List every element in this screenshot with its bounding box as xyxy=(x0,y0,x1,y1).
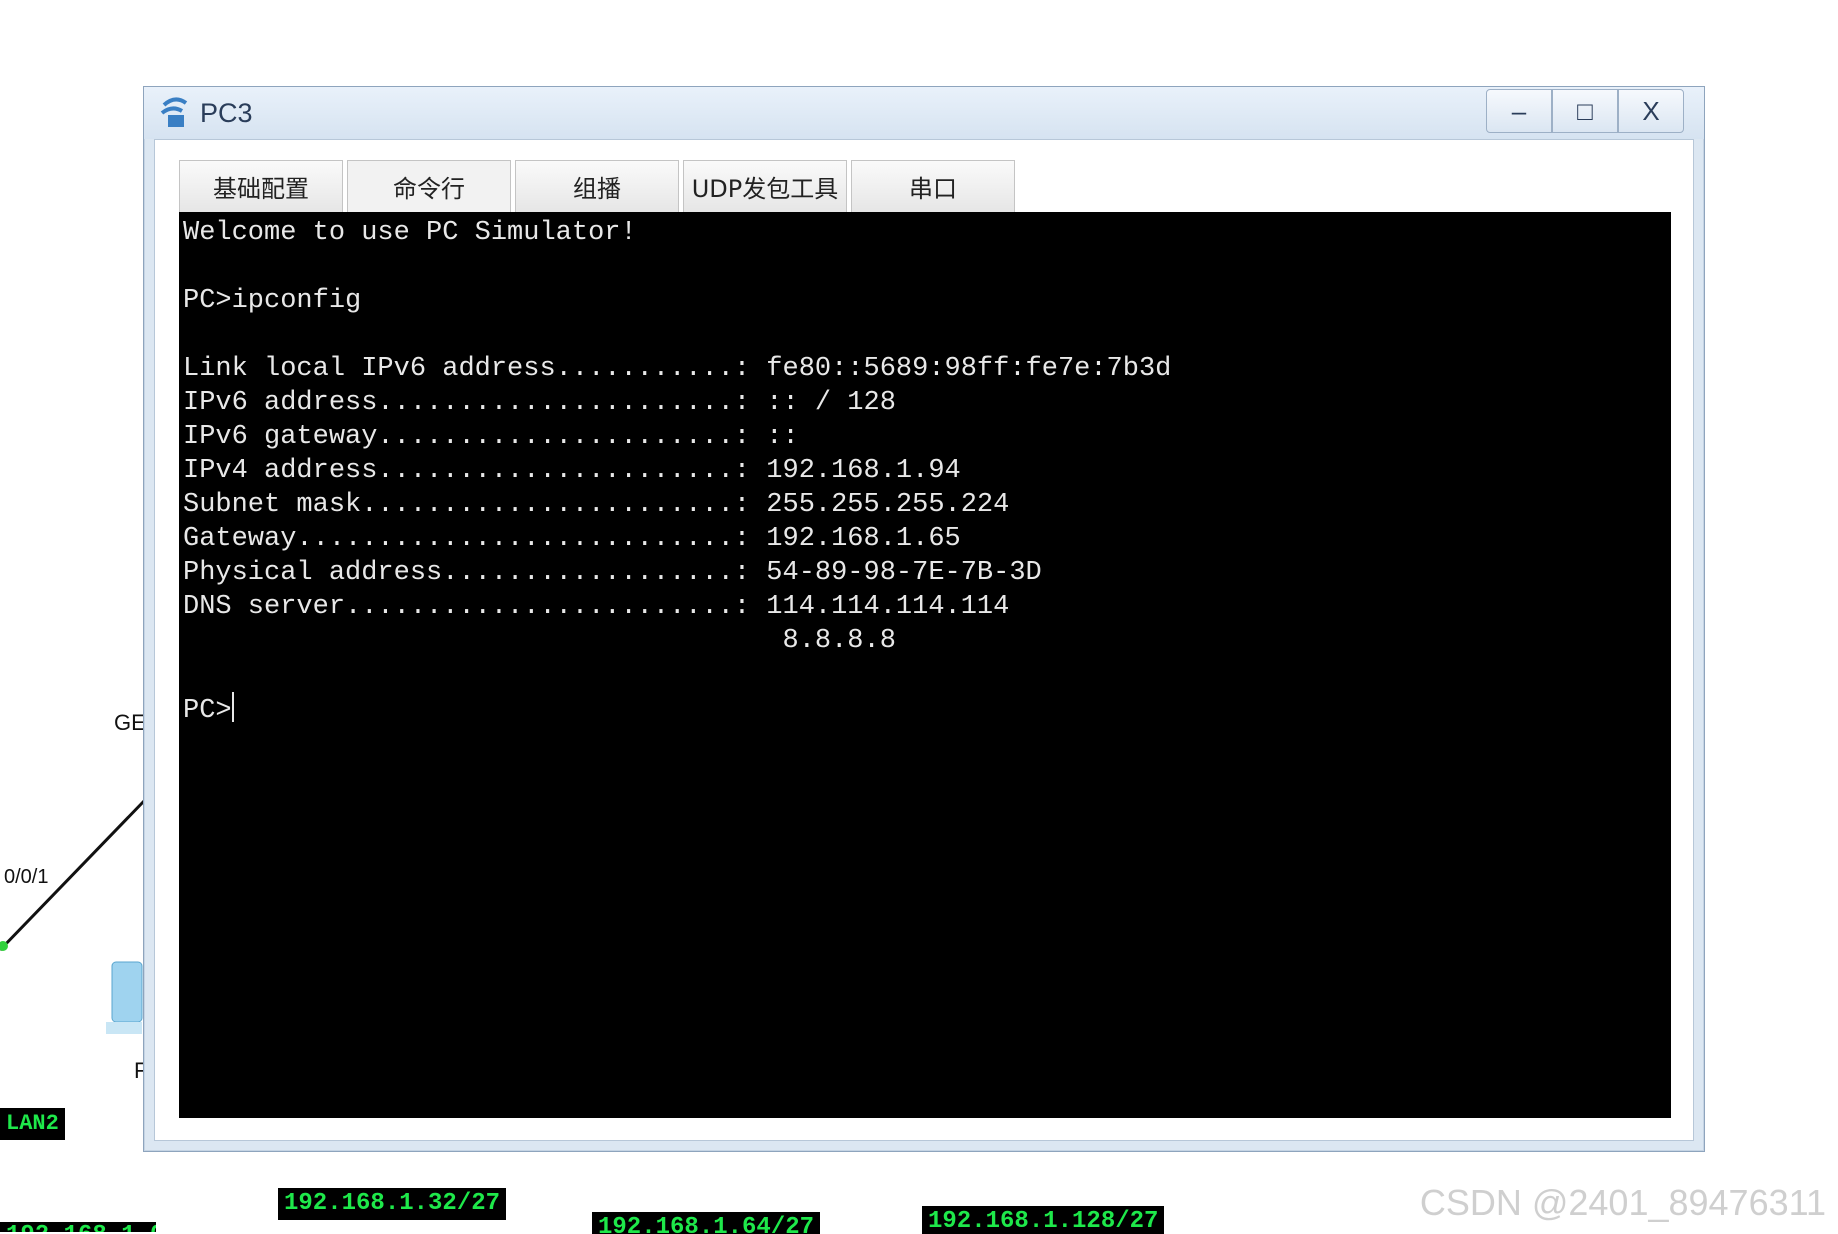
tab-udp-tool[interactable]: UDP发包工具 xyxy=(683,160,847,212)
terminal-line: PC>ipconfig xyxy=(183,286,362,316)
terminal-line: Welcome to use PC Simulator! xyxy=(183,218,637,248)
tab-bar: 基础配置 命令行 组播 UDP发包工具 串口 xyxy=(179,160,1019,212)
tab-command-line[interactable]: 命令行 xyxy=(347,160,511,212)
terminal-line: IPv6 address......................: :: /… xyxy=(183,388,896,418)
title-bar[interactable]: PC3 – □ X xyxy=(144,87,1704,139)
terminal-line: IPv6 gateway......................: :: xyxy=(183,422,799,452)
pc-simulator-icon xyxy=(160,97,188,127)
minimize-button[interactable]: – xyxy=(1486,89,1552,133)
window-title: PC3 xyxy=(200,98,253,128)
close-button[interactable]: X xyxy=(1618,89,1684,133)
terminal-line: Gateway...........................: 192.… xyxy=(183,524,961,554)
terminal-line: DNS server........................: 114.… xyxy=(183,592,1010,622)
maximize-button[interactable]: □ xyxy=(1552,89,1618,133)
tab-serial-port[interactable]: 串口 xyxy=(851,160,1015,212)
terminal-line: Subnet mask.......................: 255.… xyxy=(183,490,1010,520)
csdn-watermark: CSDN @2401_89476311 xyxy=(1419,1182,1826,1223)
subnet-tag-left: 192.168.1.0/27 xyxy=(0,1222,156,1232)
text-cursor xyxy=(231,692,234,722)
terminal-prompt: PC> xyxy=(183,696,232,726)
tab-multicast[interactable]: 组播 xyxy=(515,160,679,212)
terminal-line: Physical address..................: 54-8… xyxy=(183,558,1042,588)
subnet-tag-32: 192.168.1.32/27 xyxy=(278,1188,507,1220)
command-line-terminal[interactable]: Welcome to use PC Simulator! PC>ipconfig… xyxy=(179,212,1671,1118)
terminal-line: IPv4 address......................: 192.… xyxy=(183,456,961,486)
window-client-area: 基础配置 命令行 组播 UDP发包工具 串口 Welcome to use PC… xyxy=(154,139,1694,1141)
subnet-tag-64: 192.168.1.64/27 xyxy=(592,1212,821,1234)
interface-label-ge: GE xyxy=(114,710,146,735)
terminal-line: 8.8.8.8 xyxy=(183,626,896,656)
lan-tag: LAN2 xyxy=(0,1108,65,1140)
pc-device-icon[interactable] xyxy=(104,958,144,1048)
terminal-line: Link local IPv6 address...........: fe80… xyxy=(183,354,1172,384)
interface-label-port: 0/0/1 xyxy=(4,866,49,888)
terminal-prompt-line[interactable]: PC> xyxy=(183,692,1667,726)
pc3-window[interactable]: PC3 – □ X 基础配置 命令行 组播 UDP发包工具 串口 Welcome… xyxy=(143,86,1705,1152)
tab-basic-config[interactable]: 基础配置 xyxy=(179,160,343,212)
